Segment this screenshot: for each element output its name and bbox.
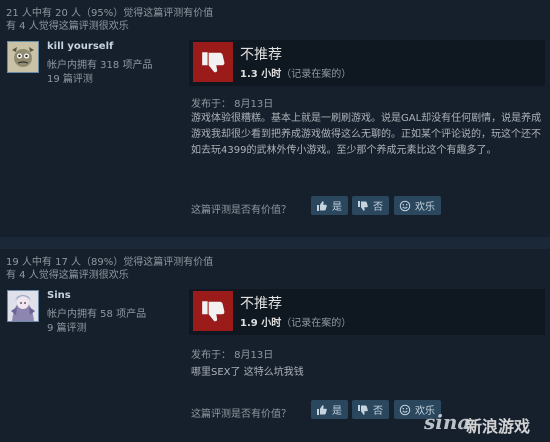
- thumb-down-icon: [193, 291, 233, 331]
- funny-summary: 有 4 人觉得这篇评测很欢乐: [6, 21, 129, 32]
- review-card: 21 人中有 20 人（95%）觉得这篇评测有价值 有 4 人觉得这篇评测很欢乐…: [0, 0, 550, 237]
- products-owned[interactable]: 帐户内拥有 58 项产品: [47, 305, 146, 320]
- thumb-down-icon: [358, 200, 368, 211]
- rating-panel[interactable]: 不推荐 1.3 小时（记录在案的）: [189, 40, 545, 86]
- vote-no-button[interactable]: 否: [352, 196, 389, 215]
- review-count[interactable]: 19 篇评测: [47, 70, 93, 85]
- thumb-down-icon: [193, 42, 233, 82]
- rating-panel[interactable]: 不推荐 1.9 小时（记录在案的）: [189, 289, 545, 335]
- hours-suffix: （记录在案的）: [281, 318, 352, 329]
- helpful-question: 这篇评测是否有价值？: [191, 205, 291, 216]
- posted-date: 发布于： 8月13日: [191, 99, 274, 110]
- funny-summary: 有 4 人觉得这篇评测很欢乐: [6, 270, 129, 281]
- vote-yes-label: 是: [332, 406, 342, 417]
- verdict-title: 不推荐: [240, 47, 282, 63]
- avatar[interactable]: [7, 290, 39, 322]
- thumb-up-icon: [317, 200, 327, 211]
- watermark-text: 新浪游戏: [466, 417, 531, 436]
- posted-date: 发布于： 8月13日: [191, 350, 274, 361]
- thumb-down-icon: [358, 404, 368, 415]
- thumb-up-icon: [317, 404, 327, 415]
- vote-yes-button[interactable]: 是: [311, 196, 348, 215]
- vote-no-label: 否: [373, 406, 383, 417]
- vote-yes-label: 是: [332, 202, 342, 213]
- vote-funny-button[interactable]: 欢乐: [394, 196, 441, 215]
- vote-no-label: 否: [373, 202, 383, 213]
- playtime: 1.9 小时（记录在案的）: [240, 314, 351, 329]
- sina-games-watermark: sina 新浪游戏: [424, 410, 546, 436]
- author-name[interactable]: kill yourself: [47, 41, 113, 52]
- playtime: 1.3 小时（记录在案的）: [240, 65, 351, 80]
- sina-logo: sina: [424, 410, 471, 434]
- avatar[interactable]: [7, 41, 39, 73]
- review-count[interactable]: 9 篇评测: [47, 319, 87, 334]
- helpful-question: 这篇评测是否有价值？: [191, 409, 291, 420]
- products-owned[interactable]: 帐户内拥有 318 项产品: [47, 56, 152, 71]
- review-author: kill yourself 帐户内拥有 318 项产品 19 篇评测: [7, 41, 182, 101]
- review-author: Sins 帐户内拥有 58 项产品 9 篇评测: [7, 290, 182, 350]
- review-content: 哪里SEX了 这特么坑我钱: [191, 367, 304, 378]
- vote-yes-button[interactable]: 是: [311, 400, 348, 419]
- smile-icon: [399, 200, 411, 211]
- verdict-title: 不推荐: [240, 296, 282, 312]
- smile-icon: [399, 404, 411, 415]
- vote-funny-label: 欢乐: [415, 202, 435, 213]
- vote-no-button[interactable]: 否: [352, 400, 389, 419]
- hours-value: 1.3 小时: [240, 69, 282, 80]
- hours-value: 1.9 小时: [240, 318, 282, 329]
- author-name[interactable]: Sins: [47, 290, 71, 301]
- hours-suffix: （记录在案的）: [281, 69, 352, 80]
- review-content: 游戏体验很糟糕。基本上就是一刷刷游戏。说是GAL却没有任何剧情，说是养成游戏我却…: [191, 113, 542, 156]
